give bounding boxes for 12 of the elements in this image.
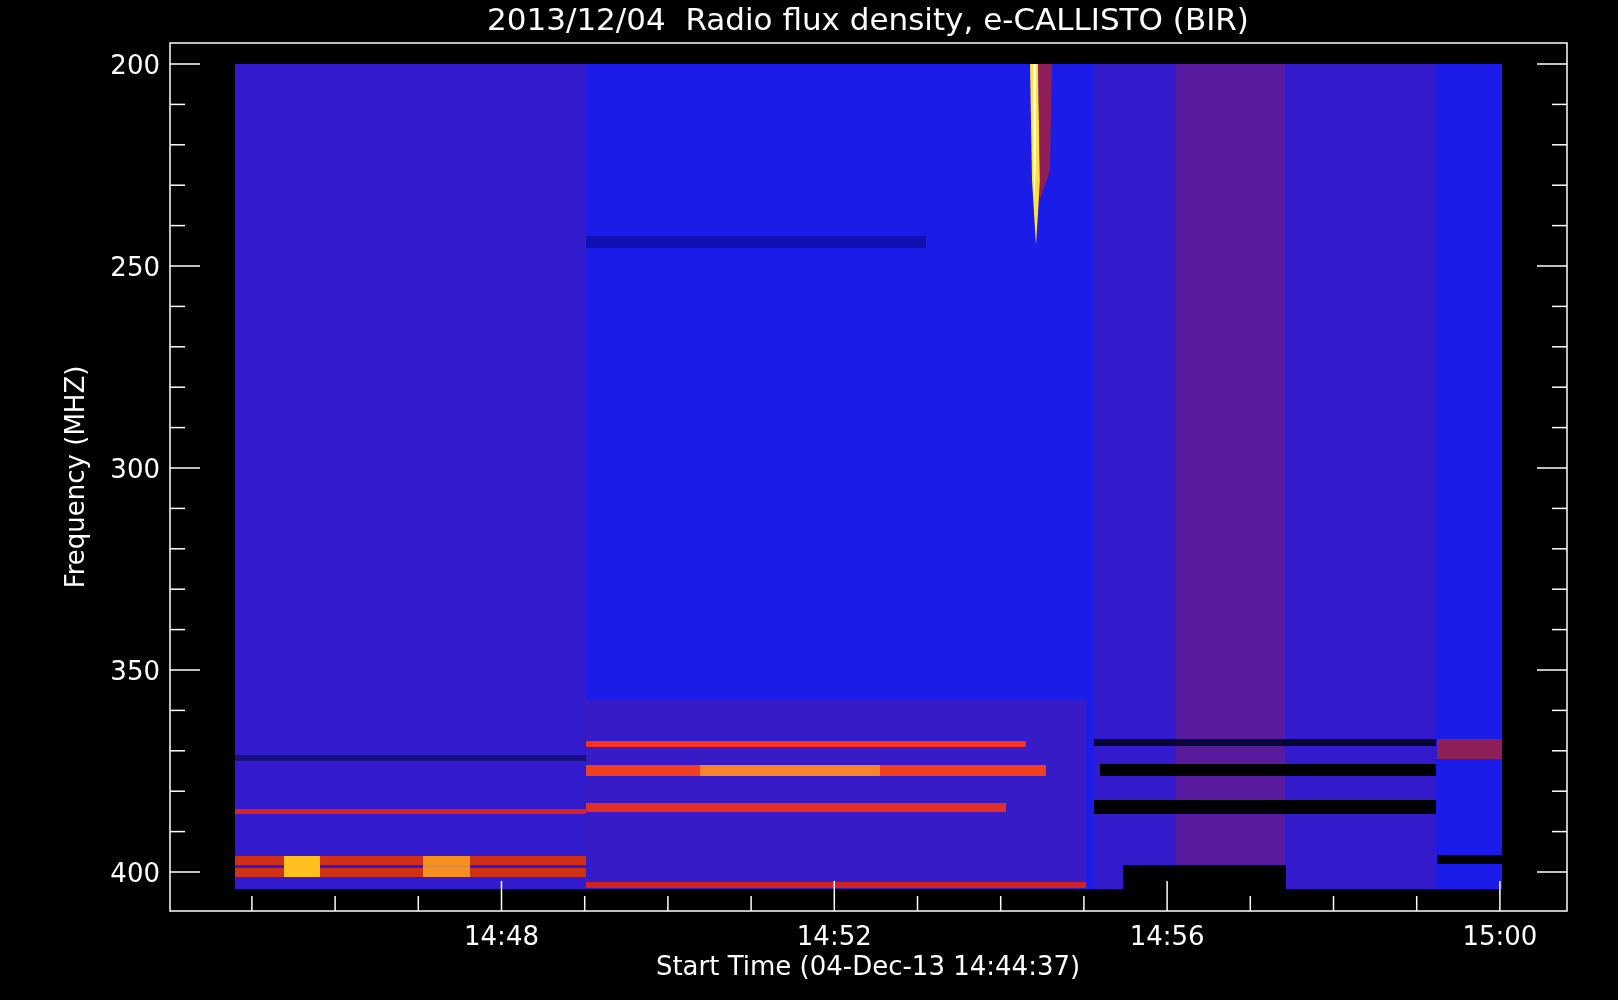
y-axis-title: Frequency (MHZ) [60, 365, 90, 589]
x-axis-title: Start Time (04-Dec-13 14:44:37) [655, 951, 1081, 981]
y-tick-label: 300 [110, 454, 160, 484]
y-tick-label: 350 [110, 656, 160, 686]
x-tick-label: 15:00 [1462, 921, 1538, 951]
y-tick-label: 250 [110, 252, 160, 282]
chart-title: 2013/12/04 Radio flux density, e-CALLISTO (BIR) [487, 1, 1249, 37]
x-tick-label: 14:48 [464, 921, 539, 951]
y-tick-label: 400 [110, 858, 160, 888]
y-tick-label: 200 [110, 50, 160, 80]
x-tick-label: 14:56 [1129, 921, 1205, 951]
x-tick-label: 14:52 [796, 921, 872, 951]
